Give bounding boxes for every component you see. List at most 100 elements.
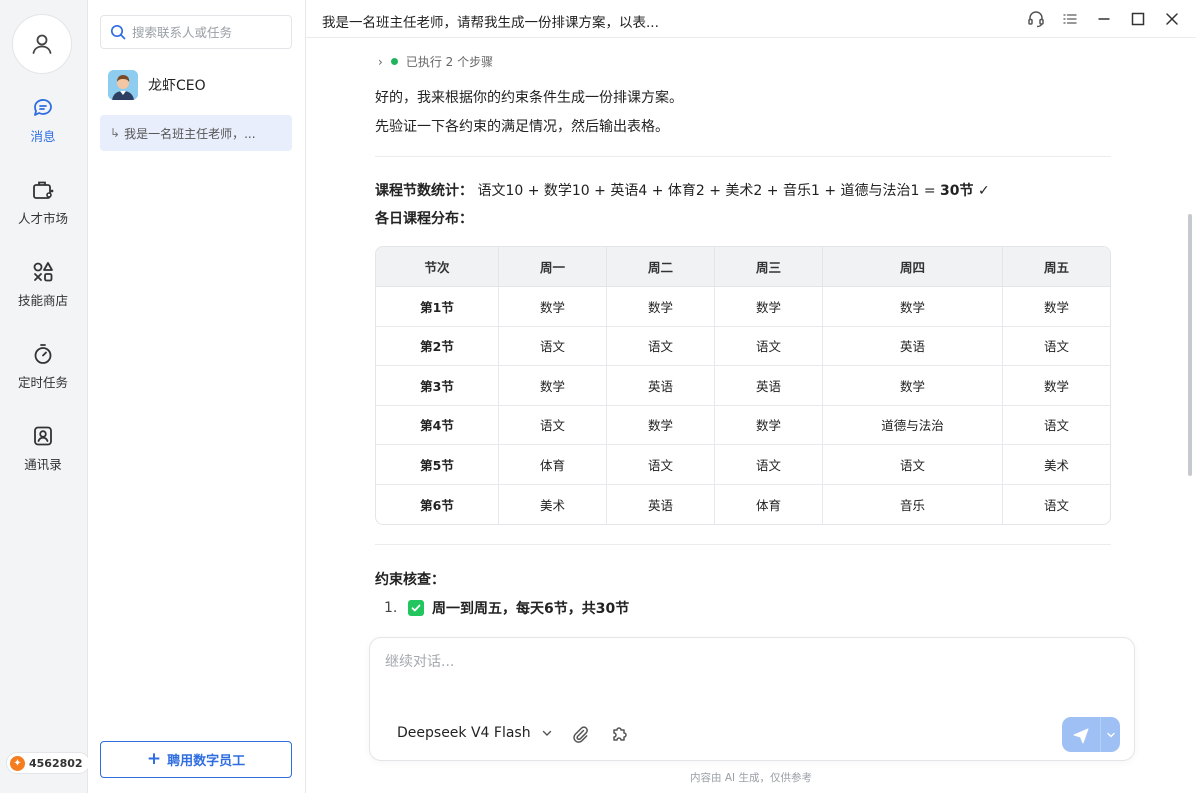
table-cell: 语文 [499,405,607,445]
list-icon[interactable] [1060,9,1080,29]
ai-disclaimer: 内容由 AI 生成，仅供参考 [690,772,812,784]
stats-formula: 语文10 + 数学10 + 英语4 + 体育2 + 美术2 + 音乐1 + 道德… [477,183,936,199]
minimize-icon[interactable] [1094,9,1114,29]
table-cell: 语文 [1003,327,1110,366]
rail-item-label: 技能商店 [17,293,68,308]
headset-icon[interactable] [1026,9,1046,29]
contacts-icon [34,426,52,446]
close-icon[interactable] [1162,9,1182,29]
table-cell: 语文 [607,326,715,366]
schedule-table: 节次 周一 周二 周三 周四 周五 第1节 数学 数学 数学 数学 数学 第2节 语文 语文 语文… [375,246,1111,525]
table-cell: 语文 [1043,497,1069,513]
stats-check: ✓ [977,183,990,199]
constraint-number: 1. [384,600,398,616]
search-icon [110,24,126,40]
search-input[interactable] [132,24,282,40]
period-label: 第4节 [376,405,499,445]
table-header-cell: 周一 [499,247,607,287]
rail-item-talent-market[interactable]: 人才市场 [0,178,86,242]
send-button[interactable] [1062,717,1100,752]
plugin-icon[interactable] [610,724,630,748]
send-icon [1073,728,1089,743]
steps-label: 已执行 2 个步骤 [405,55,494,69]
reply-paragraph: 好的，我来根据你的约束条件生成一份排课方案。 [375,90,683,106]
rail-item-label: 定时任务 [17,375,68,390]
left-rail: 消息 人才市场 技能商店 定时任务 通讯录 ✦ 4562802 [0,0,90,793]
table-row: 第6节 美术 英语 体育 音乐 语文 [376,484,1110,524]
table-header-cell: 周四 [823,247,1003,287]
table-cell: 英语 [715,366,823,406]
hire-digital-employee-button[interactable]: + 聘用数字员工 [100,741,292,778]
hire-button-label: 聘用数字员工 [167,754,246,769]
send-options-button[interactable] [1100,717,1120,752]
table-row: 第1节 数学 数学 数学 数学 数学 [376,287,1110,327]
table-cell: 体育 [499,445,607,485]
rail-item-messages[interactable]: 消息 [0,96,86,160]
table-row: 第4节 语文 数学 数学 道德与法治 语文 [376,405,1110,445]
rail-item-contacts[interactable]: 通讯录 [0,424,86,488]
rail-item-skill-store[interactable]: 技能商店 [0,260,86,324]
timer-icon [34,344,52,364]
table-header-cell: 节次 [376,247,499,287]
chevron-down-icon [542,730,551,736]
contact-avatar [108,70,138,100]
table-cell: 道德与法治 [823,405,1003,445]
rail-item-scheduled-tasks[interactable]: 定时任务 [0,342,86,406]
table-cell: 英语 [607,484,715,524]
send-button-group [1062,717,1120,752]
title-bar: 我是一名班主任老师，请帮我生成一份排课方案，以表... [306,0,1196,38]
task-item[interactable]: ↳ 我是一名班主任老师，... [100,115,292,151]
task-preview: 我是一名班主任老师，... [124,126,256,141]
contacts-panel: 龙虾CEO ↳ 我是一名班主任老师，... + 聘用数字员工 [88,0,306,793]
rail-item-label: 通讯录 [24,457,62,472]
table-cell: 数学 [823,287,1003,327]
period-label: 第6节 [376,484,499,524]
table-header-cell: 周二 [607,247,715,287]
table-cell: 英语 [823,326,1003,366]
table-header-cell: 周三 [715,247,823,287]
maximize-icon[interactable] [1128,9,1148,29]
table-cell: 语文 [715,445,823,485]
search-box[interactable] [100,15,292,49]
stats-total: 30节 [940,183,974,199]
message-input[interactable] [385,651,1115,691]
checkbox-checked-icon [408,600,424,616]
message-scroll-area[interactable]: › 已执行 2 个步骤 好的，我来根据你的约束条件生成一份排课方案。 先验证一下… [306,39,1196,629]
table-cell: 体育 [715,484,823,524]
chevron-down-icon [1106,732,1115,737]
user-avatar[interactable] [12,14,72,74]
table-row: 第3节 数学 英语 英语 数学 数学 [376,366,1110,406]
table-cell: 美术 [1003,445,1110,485]
contact-item[interactable]: 龙虾CEO [108,70,206,100]
rail-item-label: 人才市场 [17,211,68,226]
scrollbar-thumb[interactable] [1188,214,1192,476]
message-icon [34,99,52,116]
composer: Deepseek V4 Flash [369,637,1135,761]
table-header-cell: 周五 [1003,247,1110,287]
divider [375,544,1111,545]
table-header-row: 节次 周一 周二 周三 周四 周五 [376,247,1110,287]
constraint-item: 1. 周一到周五，每天6节，共30节 [384,598,629,618]
table-cell: 美术 [499,484,607,524]
constraint-heading: 约束核查： [375,572,445,588]
table-cell: 数学 [607,405,715,445]
model-selector[interactable]: Deepseek V4 Flash [397,725,553,741]
table-cell: 语文 [607,445,715,485]
reply-paragraph: 先验证一下各约束的满足情况，然后输出表格。 [375,119,669,135]
model-name: Deepseek V4 Flash [397,725,531,741]
rail-item-label: 消息 [30,129,56,144]
table-cell: 数学 [715,287,823,327]
table-cell: 数学 [499,366,607,406]
table-row: 第5节 体育 语文 语文 语文 美术 [376,445,1110,485]
distribution-heading: 各日课程分布： [375,211,473,227]
main-panel: 我是一名班主任老师，请帮我生成一份排课方案，以表... › 已执行 2 个步骤 [306,0,1196,793]
steps-toggle[interactable]: › 已执行 2 个步骤 [378,53,493,70]
table-row: 第2节 语文 语文 语文 英语 语文 [376,326,1110,366]
contact-name: 龙虾CEO [148,78,206,94]
points-badge[interactable]: ✦ 4562802 [6,752,90,774]
reply-arrow-icon: ↳ [110,126,121,140]
lesson-count-summary: 课程节数统计： 语文10 + 数学10 + 英语4 + 体育2 + 美术2 + … [375,180,990,200]
paperclip-icon[interactable] [571,725,589,747]
table-cell: 英语 [607,366,715,406]
table-cell: 语文 [499,326,607,366]
